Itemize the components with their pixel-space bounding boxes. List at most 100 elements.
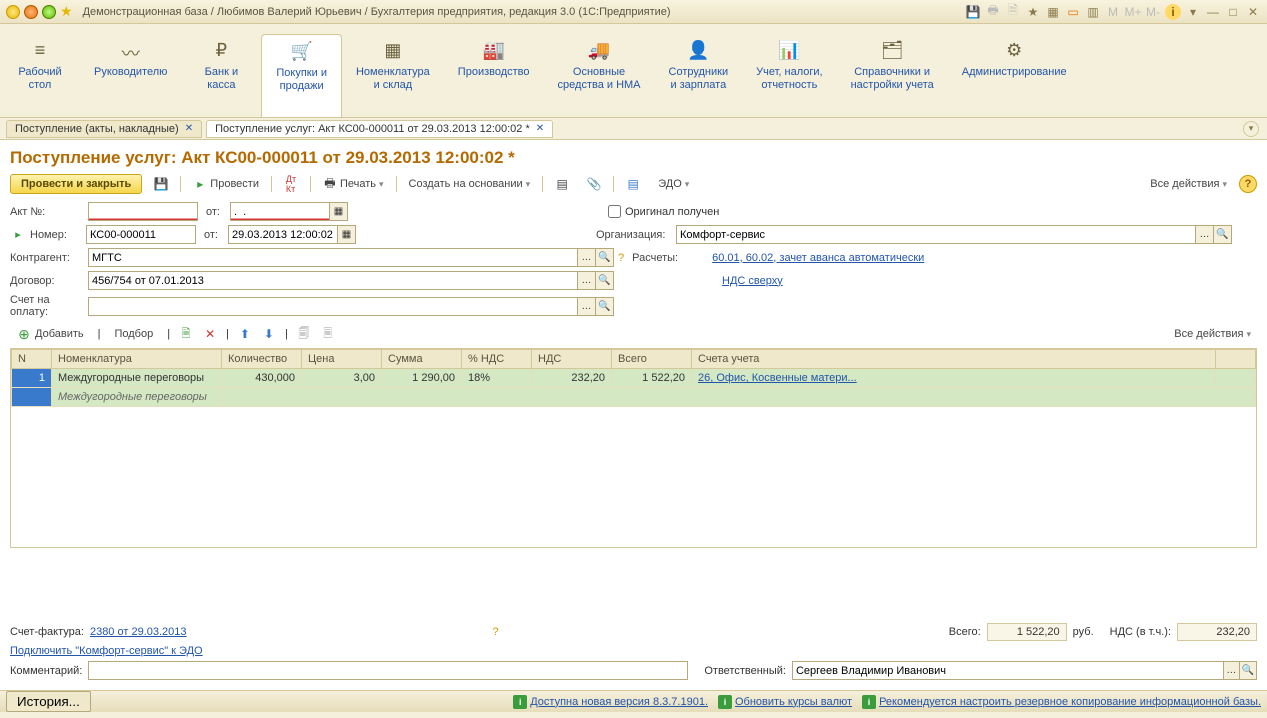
section-desktop[interactable]: ≡Рабочийстол [0, 34, 80, 117]
settlements-link[interactable]: 60.01, 60.02, зачет аванса автоматически [712, 252, 924, 264]
all-actions-button[interactable]: Все действия [1144, 176, 1233, 192]
create-based-button[interactable]: Создать на основании [403, 176, 537, 192]
select-icon[interactable]: … [1224, 661, 1241, 680]
invoice-input[interactable] [88, 297, 578, 316]
move-down-icon[interactable]: ⬇ [261, 326, 277, 342]
help-icon[interactable]: ? [1239, 175, 1257, 193]
clipboard-paste-icon[interactable]: 🗏 [320, 326, 336, 342]
structure-button[interactable]: ▤ [549, 175, 575, 193]
hint-icon[interactable]: ? [493, 626, 499, 638]
add-row-button[interactable]: ⊕Добавить [10, 324, 90, 344]
list-button[interactable]: ▤ [620, 175, 646, 193]
pick-button[interactable]: Подбор [108, 326, 159, 342]
section-admin[interactable]: ⚙Администрирование [948, 34, 1081, 117]
cell-nomenclature-sub[interactable]: Междугородные переговоры [52, 388, 222, 407]
post-button[interactable]: ▸Провести [187, 175, 265, 193]
cell-total[interactable]: 1 522,20 [612, 369, 692, 388]
section-manager[interactable]: 〰Руководителю [80, 34, 181, 117]
grid-all-actions-button[interactable]: Все действия [1168, 326, 1257, 342]
copy-row-icon[interactable]: 🗎 [178, 326, 194, 342]
info-hint-icon[interactable]: ? [618, 252, 624, 264]
section-directories[interactable]: 🗂Справочники инастройки учета [837, 34, 948, 117]
minimize-icon[interactable]: — [1205, 4, 1221, 20]
col-total[interactable]: Всего [612, 350, 692, 369]
section-production[interactable]: 🏭Производство [444, 34, 544, 117]
open-icon[interactable]: 🔍 [596, 297, 614, 316]
m-minus-btn[interactable]: M- [1145, 4, 1161, 20]
org-input[interactable] [676, 225, 1196, 244]
cell-qty[interactable]: 430,000 [222, 369, 302, 388]
col-n[interactable]: N [12, 350, 52, 369]
tab-receipt-document[interactable]: Поступление услуг: Акт КС00-000011 от 29… [206, 120, 553, 138]
open-icon[interactable]: 🔍 [1240, 661, 1257, 680]
tab-receipts-list[interactable]: Поступление (акты, накладные)✕ [6, 120, 202, 138]
edo-connect-link[interactable]: Подключить "Комфорт-сервис" к ЭДО [10, 645, 203, 657]
invoice-factura-link[interactable]: 2380 от 29.03.2013 [90, 626, 187, 638]
select-icon[interactable]: … [578, 271, 596, 290]
tab-close-icon[interactable]: ✕ [536, 123, 544, 134]
maximize-icon[interactable]: □ [1225, 4, 1241, 20]
section-assets[interactable]: 🚚Основныесредства и НМА [544, 34, 655, 117]
window-control-2[interactable] [24, 5, 38, 19]
close-icon[interactable]: ✕ [1245, 4, 1261, 20]
table-row[interactable]: 1 Междугородные переговоры 430,000 3,00 … [12, 369, 1256, 388]
comment-input[interactable] [88, 661, 688, 680]
status-backup[interactable]: iРекомендуется настроить резервное копир… [862, 695, 1261, 709]
save-button[interactable]: 💾 [148, 175, 174, 193]
counterparty-input[interactable] [88, 248, 578, 267]
tabs-expand-icon[interactable]: ▾ [1243, 121, 1259, 137]
window-control-1[interactable] [6, 5, 20, 19]
info-icon[interactable]: i [1165, 4, 1181, 20]
dtkt-button[interactable]: ДтКт [278, 175, 304, 193]
open-icon[interactable]: 🔍 [1214, 225, 1232, 244]
col-accounts[interactable]: Счета учета [692, 350, 1216, 369]
clipboard-copy-icon[interactable]: 🗐 [296, 326, 312, 342]
history-button[interactable]: История... [6, 691, 91, 712]
cell-vat-pct[interactable]: 18% [462, 369, 532, 388]
calendar-picker-icon[interactable]: ▦ [338, 225, 356, 244]
section-bank[interactable]: ₽Банк икасса [181, 34, 261, 117]
section-nomenclature[interactable]: ▦Номенклатураи склад [342, 34, 444, 117]
star-icon[interactable]: ★ [60, 3, 73, 20]
move-up-icon[interactable]: ⬆ [237, 326, 253, 342]
section-accounting[interactable]: 📊Учет, налоги,отчетность [742, 34, 836, 117]
favorite-icon[interactable]: ★ [1025, 4, 1041, 20]
col-qty[interactable]: Количество [222, 350, 302, 369]
vat-mode-link[interactable]: НДС сверху [722, 275, 783, 287]
col-price[interactable]: Цена [302, 350, 382, 369]
calendar-picker-icon[interactable]: ▦ [330, 202, 348, 221]
act-no-input[interactable] [88, 202, 198, 221]
select-icon[interactable]: … [1196, 225, 1214, 244]
print-button[interactable]: 🖶Печать [317, 175, 390, 193]
m-btn[interactable]: M [1105, 4, 1121, 20]
window-control-3[interactable] [42, 5, 56, 19]
delete-row-icon[interactable]: ✕ [202, 326, 218, 342]
cell-sum[interactable]: 1 290,00 [382, 369, 462, 388]
save-icon[interactable]: 💾 [965, 4, 981, 20]
cell-nomenclature[interactable]: Междугородные переговоры [52, 369, 222, 388]
cell-n[interactable]: 1 [12, 369, 52, 388]
act-date-input[interactable] [230, 202, 330, 221]
col-vat[interactable]: НДС [532, 350, 612, 369]
select-icon[interactable]: … [578, 297, 596, 316]
cell-accounts[interactable]: 26, Офис, Косвенные матери... [692, 369, 1216, 388]
post-and-close-button[interactable]: Провести и закрыть [10, 174, 142, 194]
dropdown-icon[interactable]: ▾ [1185, 4, 1201, 20]
table-row-sub[interactable]: Междугородные переговоры [12, 388, 1256, 407]
status-currency[interactable]: iОбновить курсы валют [718, 695, 852, 709]
number-input[interactable] [86, 225, 196, 244]
contract-input[interactable] [88, 271, 578, 290]
date-input[interactable] [228, 225, 338, 244]
m-plus-btn[interactable]: M+ [1125, 4, 1141, 20]
attach-button[interactable]: 📎 [581, 175, 607, 193]
original-received-checkbox[interactable]: Оригинал получен [608, 205, 719, 218]
col-nomenclature[interactable]: Номенклатура [52, 350, 222, 369]
calendar-icon[interactable]: ▦ [1045, 4, 1061, 20]
cell-vat[interactable]: 232,20 [532, 369, 612, 388]
col-sum[interactable]: Сумма [382, 350, 462, 369]
tab-close-icon[interactable]: ✕ [185, 123, 193, 134]
calc-icon[interactable]: ▭ [1065, 4, 1081, 20]
clock-icon[interactable]: ▥ [1085, 4, 1101, 20]
print-icon[interactable]: 🖶 [985, 4, 1001, 20]
section-staff[interactable]: 👤Сотрудникии зарплата [655, 34, 743, 117]
